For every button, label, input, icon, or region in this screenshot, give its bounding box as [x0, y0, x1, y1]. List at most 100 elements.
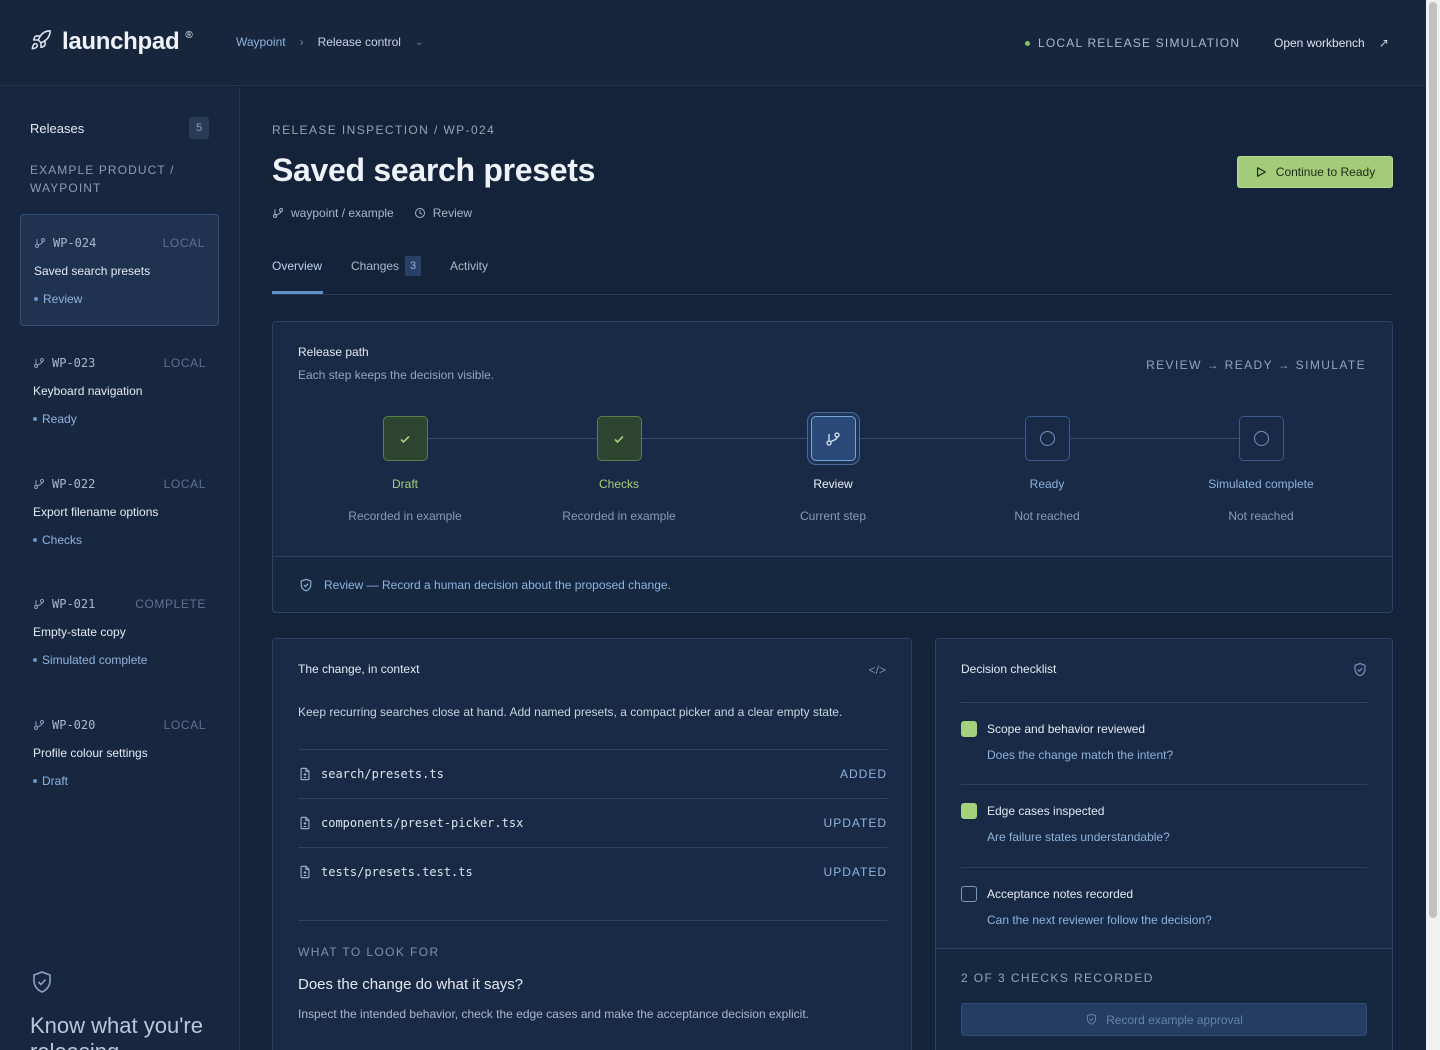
- play-icon: [1256, 167, 1266, 177]
- file-state: UPDATED: [823, 816, 887, 830]
- checkbox[interactable]: [961, 886, 977, 902]
- chevron-down-icon[interactable]: ⌄: [415, 37, 423, 48]
- step-label: Review: [813, 477, 853, 491]
- release-id: WP-022: [33, 477, 95, 491]
- branch-icon: [34, 358, 44, 368]
- open-workbench-label: Open workbench: [1274, 36, 1365, 50]
- step-note: Not reached: [1014, 509, 1080, 523]
- app-name: launchpad: [62, 28, 180, 55]
- product-label: EXAMPLE PRODUCT / WAYPOINT: [30, 163, 175, 195]
- release-status: LOCAL: [163, 718, 206, 732]
- check-icon: [596, 416, 642, 461]
- checklist-item[interactable]: Edge cases inspected Are failure states …: [961, 784, 1367, 866]
- active-tab-indicator: [272, 291, 323, 294]
- tab-activity[interactable]: Activity: [450, 259, 488, 273]
- sidebar-release-wp-022[interactable]: WP-022 LOCAL Export filename options Che…: [20, 456, 219, 568]
- sidebar-tagline: Know what you're releasing.: [30, 1013, 203, 1050]
- sidebar-release-wp-020[interactable]: WP-020 LOCAL Profile colour settings Dra…: [20, 697, 219, 809]
- branch-icon: [34, 479, 44, 489]
- open-workbench-link[interactable]: Open workbench ↗: [1274, 36, 1389, 50]
- release-title: Export filename options: [33, 505, 159, 519]
- tab-changes[interactable]: Changes 3: [351, 256, 422, 276]
- continue-to-ready-button[interactable]: Continue to Ready: [1237, 156, 1393, 188]
- external-arrow-icon: ↗: [1378, 36, 1389, 50]
- release-title: Saved search presets: [34, 264, 151, 278]
- file-row[interactable]: tests/presets.test.ts UPDATED: [298, 847, 887, 896]
- step-checks: Checks Recorded in example: [539, 416, 699, 523]
- file-diff-icon: [300, 767, 310, 781]
- sidebar-release-wp-023[interactable]: WP-023 LOCAL Keyboard navigation Ready: [20, 335, 219, 447]
- file-row[interactable]: components/preset-picker.tsx UPDATED: [298, 798, 887, 847]
- step-review: Review Current step: [753, 416, 913, 523]
- sidebar-release-wp-024[interactable]: WP-024 LOCAL Saved search presets Review: [20, 214, 219, 326]
- checklist-item-question: Does the change match the intent?: [987, 748, 1174, 762]
- checkbox[interactable]: [961, 803, 977, 819]
- release-meta: waypoint / example Review: [272, 206, 472, 220]
- sidebar-release-wp-021[interactable]: WP-021 COMPLETE Empty-state copy Simulat…: [20, 576, 219, 688]
- release-path-flow: REVIEW → READY → SIMULATE: [1146, 358, 1366, 372]
- step-label: Simulated complete: [1208, 477, 1314, 491]
- change-description: Keep recurring searches close at hand. A…: [298, 705, 843, 719]
- release-path-footer-text: Review — Record a human decision about t…: [324, 577, 671, 592]
- breadcrumb-project[interactable]: Waypoint: [236, 35, 286, 49]
- file-path: tests/presets.test.ts: [321, 865, 473, 879]
- look-for-question: Does the change do what it says?: [298, 976, 524, 993]
- step-label: Draft: [391, 477, 418, 491]
- release-id: WP-021: [33, 597, 95, 611]
- scrollbar-thumb[interactable]: [1429, 2, 1437, 918]
- branch-icon: [35, 238, 45, 248]
- simulation-badge: LOCAL RELEASE SIMULATION: [1025, 36, 1240, 50]
- code-icon[interactable]: </>: [869, 663, 886, 677]
- chevron-right-icon: ›: [299, 35, 304, 49]
- shield-check-icon: [300, 578, 312, 591]
- step-note: Recorded in example: [562, 509, 676, 523]
- tab-overview[interactable]: Overview: [272, 259, 322, 273]
- step-simulated-complete: Simulated complete Not reached: [1181, 416, 1341, 523]
- rocket-icon: [30, 29, 52, 56]
- look-for-eyebrow: WHAT TO LOOK FOR: [298, 945, 440, 959]
- checklist-footer: 2 OF 3 CHECKS RECORDED Record example ap…: [936, 948, 1392, 1050]
- circle-icon: [1238, 416, 1284, 461]
- sidebar-heading: Releases: [30, 121, 85, 136]
- release-id: WP-020: [33, 718, 95, 732]
- checklist-item-title: Acceptance notes recorded: [987, 887, 1134, 901]
- branch-icon: [810, 416, 856, 461]
- file-row[interactable]: search/presets.ts ADDED: [298, 749, 887, 798]
- page-tabs: Overview Changes 3 Activity: [272, 252, 1393, 295]
- release-path-subtitle: Each step keeps the decision visible.: [298, 368, 495, 382]
- checkbox[interactable]: [961, 721, 977, 737]
- change-card: The change, in context </> Keep recurrin…: [272, 638, 912, 1050]
- release-status: LOCAL: [162, 236, 205, 250]
- release-stage: Draft: [33, 774, 68, 788]
- app-logo[interactable]: launchpad ®: [30, 28, 193, 56]
- decision-checklist-card: Decision checklist Scope and behavior re…: [935, 638, 1393, 1050]
- branch-icon: [34, 599, 44, 609]
- file-state: ADDED: [839, 767, 887, 781]
- changes-count-badge: 3: [405, 256, 422, 276]
- file-path: components/preset-picker.tsx: [321, 816, 524, 830]
- checklist-item[interactable]: Scope and behavior reviewed Does the cha…: [961, 702, 1367, 784]
- checklist-item-question: Can the next reviewer follow the decisio…: [987, 913, 1212, 927]
- step-note: Not reached: [1228, 509, 1294, 523]
- release-title: Empty-state copy: [33, 625, 126, 639]
- simulation-label: LOCAL RELEASE SIMULATION: [1038, 36, 1241, 50]
- checklist-item[interactable]: Acceptance notes recorded Can the next r…: [961, 867, 1367, 949]
- change-title: The change, in context: [298, 662, 420, 676]
- step-label: Ready: [1029, 477, 1065, 491]
- release-status: LOCAL: [163, 477, 206, 491]
- step-draft: Draft Recorded in example: [325, 416, 485, 523]
- shield-check-icon: [1354, 662, 1366, 677]
- release-status: LOCAL: [163, 356, 206, 370]
- release-stage: Ready: [33, 412, 77, 426]
- file-diff-icon: [300, 865, 310, 879]
- checklist-title: Decision checklist: [961, 662, 1057, 676]
- scrollbar[interactable]: [1426, 0, 1440, 1050]
- step-ready: Ready Not reached: [967, 416, 1127, 523]
- branch-icon: [273, 208, 283, 218]
- shield-check-icon: [1087, 1013, 1097, 1025]
- breadcrumb-current[interactable]: Release control: [318, 35, 401, 49]
- circle-icon: [1024, 416, 1070, 461]
- release-path-footer: Review — Record a human decision about t…: [273, 556, 1392, 612]
- stage-label: Review: [432, 206, 473, 220]
- record-approval-button[interactable]: Record example approval: [961, 1003, 1367, 1036]
